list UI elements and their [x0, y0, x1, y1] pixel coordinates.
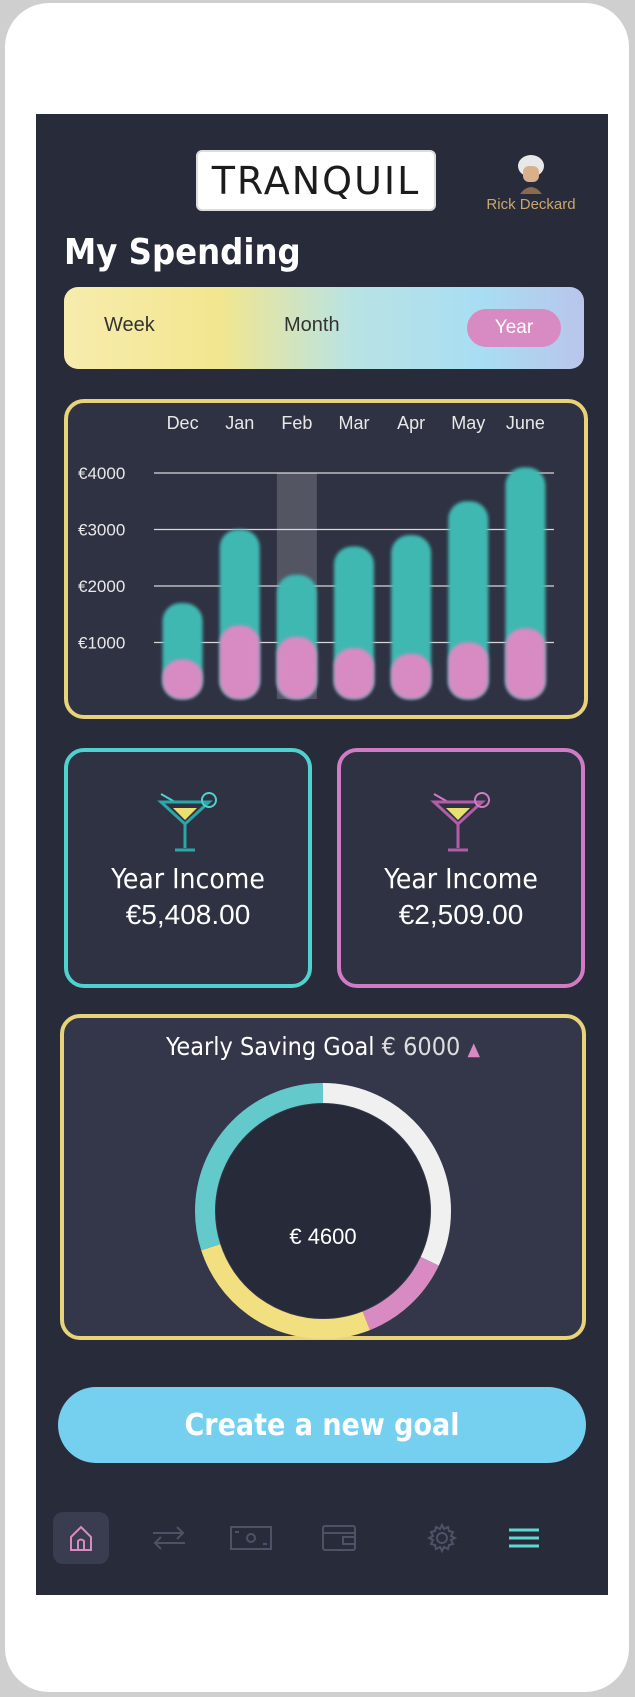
bar-spending[interactable]	[219, 625, 260, 699]
create-goal-button[interactable]: Create a new goal	[58, 1387, 586, 1463]
cocktail-icon	[430, 792, 490, 852]
user-name: Rick Deckard	[486, 196, 576, 213]
x-tick-label: Feb	[281, 413, 312, 433]
user-profile[interactable]: Rick Deckard	[476, 154, 586, 213]
nav-cash[interactable]	[223, 1512, 279, 1564]
goal-donut: € 4600	[188, 1076, 458, 1346]
x-tick-label: Jan	[225, 413, 254, 433]
x-tick-label: June	[506, 413, 545, 433]
bar-spending[interactable]	[391, 653, 432, 699]
y-tick-label: €4000	[78, 464, 125, 483]
bottom-nav	[36, 1512, 608, 1572]
x-tick-label: Dec	[167, 413, 199, 433]
income-value: €5,408.00	[125, 899, 251, 930]
x-tick-label: Apr	[397, 413, 425, 433]
income-card-pink[interactable]: Year Income €2,509.00	[337, 748, 585, 988]
nav-wallet[interactable]	[311, 1512, 367, 1564]
spending-chart: €4000 €3000 €2000 €1000 Dec Jan Feb Mar Apr May Ju…	[64, 399, 588, 719]
x-tick-label: Mar	[339, 413, 370, 433]
settings-icon	[426, 1522, 458, 1554]
page-title: My Spending	[64, 232, 301, 273]
donut-center	[216, 1104, 430, 1318]
period-selector: Week Month Year	[64, 287, 584, 369]
goal-current-value: € 4600	[289, 1224, 357, 1249]
y-tick-label: €3000	[78, 521, 125, 540]
income-card-teal[interactable]: Year Income €5,408.00	[64, 748, 312, 988]
income-value: €2,509.00	[398, 899, 524, 930]
avatar	[518, 155, 544, 194]
nav-home[interactable]	[53, 1512, 109, 1564]
home-icon	[70, 1525, 92, 1551]
nav-transfer[interactable]	[141, 1512, 197, 1564]
bar-spending[interactable]	[276, 636, 317, 699]
logo-text: TRANQUIL	[211, 158, 421, 203]
goal-title: Yearly Saving Goal € 6000 ▲	[64, 1032, 582, 1061]
income-label: Year Income	[111, 862, 265, 895]
transfer-icon	[153, 1526, 185, 1550]
bar-spending[interactable]	[334, 648, 374, 699]
goal-donut-svg	[195, 1083, 451, 1339]
bar-spending[interactable]	[162, 659, 203, 699]
x-tick-label: May	[451, 413, 485, 433]
income-label: Year Income	[384, 862, 538, 895]
wallet-icon	[322, 1525, 356, 1551]
bar-spending[interactable]	[448, 642, 489, 700]
app-logo: TRANQUIL	[196, 150, 436, 211]
period-option-year[interactable]: Year	[467, 309, 561, 347]
bar-spending[interactable]	[505, 628, 546, 699]
nav-settings[interactable]	[414, 1512, 470, 1564]
y-tick-label: €2000	[78, 577, 125, 596]
goal-label: Yearly Saving Goal	[166, 1032, 375, 1061]
spending-chart-svg: €4000 €3000 €2000 €1000 Dec Jan Feb Mar Apr May Ju…	[78, 413, 554, 700]
saving-goal-card: Yearly Saving Goal € 6000 ▲ € 4600	[60, 1014, 586, 1340]
cash-icon	[230, 1526, 272, 1550]
goal-target[interactable]: € 6000	[382, 1032, 461, 1061]
app-screen: TRANQUIL Rick Deckard My Spending Week M…	[36, 114, 608, 1595]
nav-menu[interactable]	[496, 1512, 552, 1564]
period-option-week[interactable]: Week	[104, 314, 155, 337]
cocktail-icon	[157, 792, 217, 852]
menu-icon	[509, 1528, 539, 1548]
y-tick-label: €1000	[78, 634, 125, 653]
period-option-month[interactable]: Month	[284, 314, 340, 337]
stepper-arrows-icon[interactable]: ▲	[468, 1039, 480, 1060]
device-frame: TRANQUIL Rick Deckard My Spending Week M…	[5, 3, 629, 1692]
